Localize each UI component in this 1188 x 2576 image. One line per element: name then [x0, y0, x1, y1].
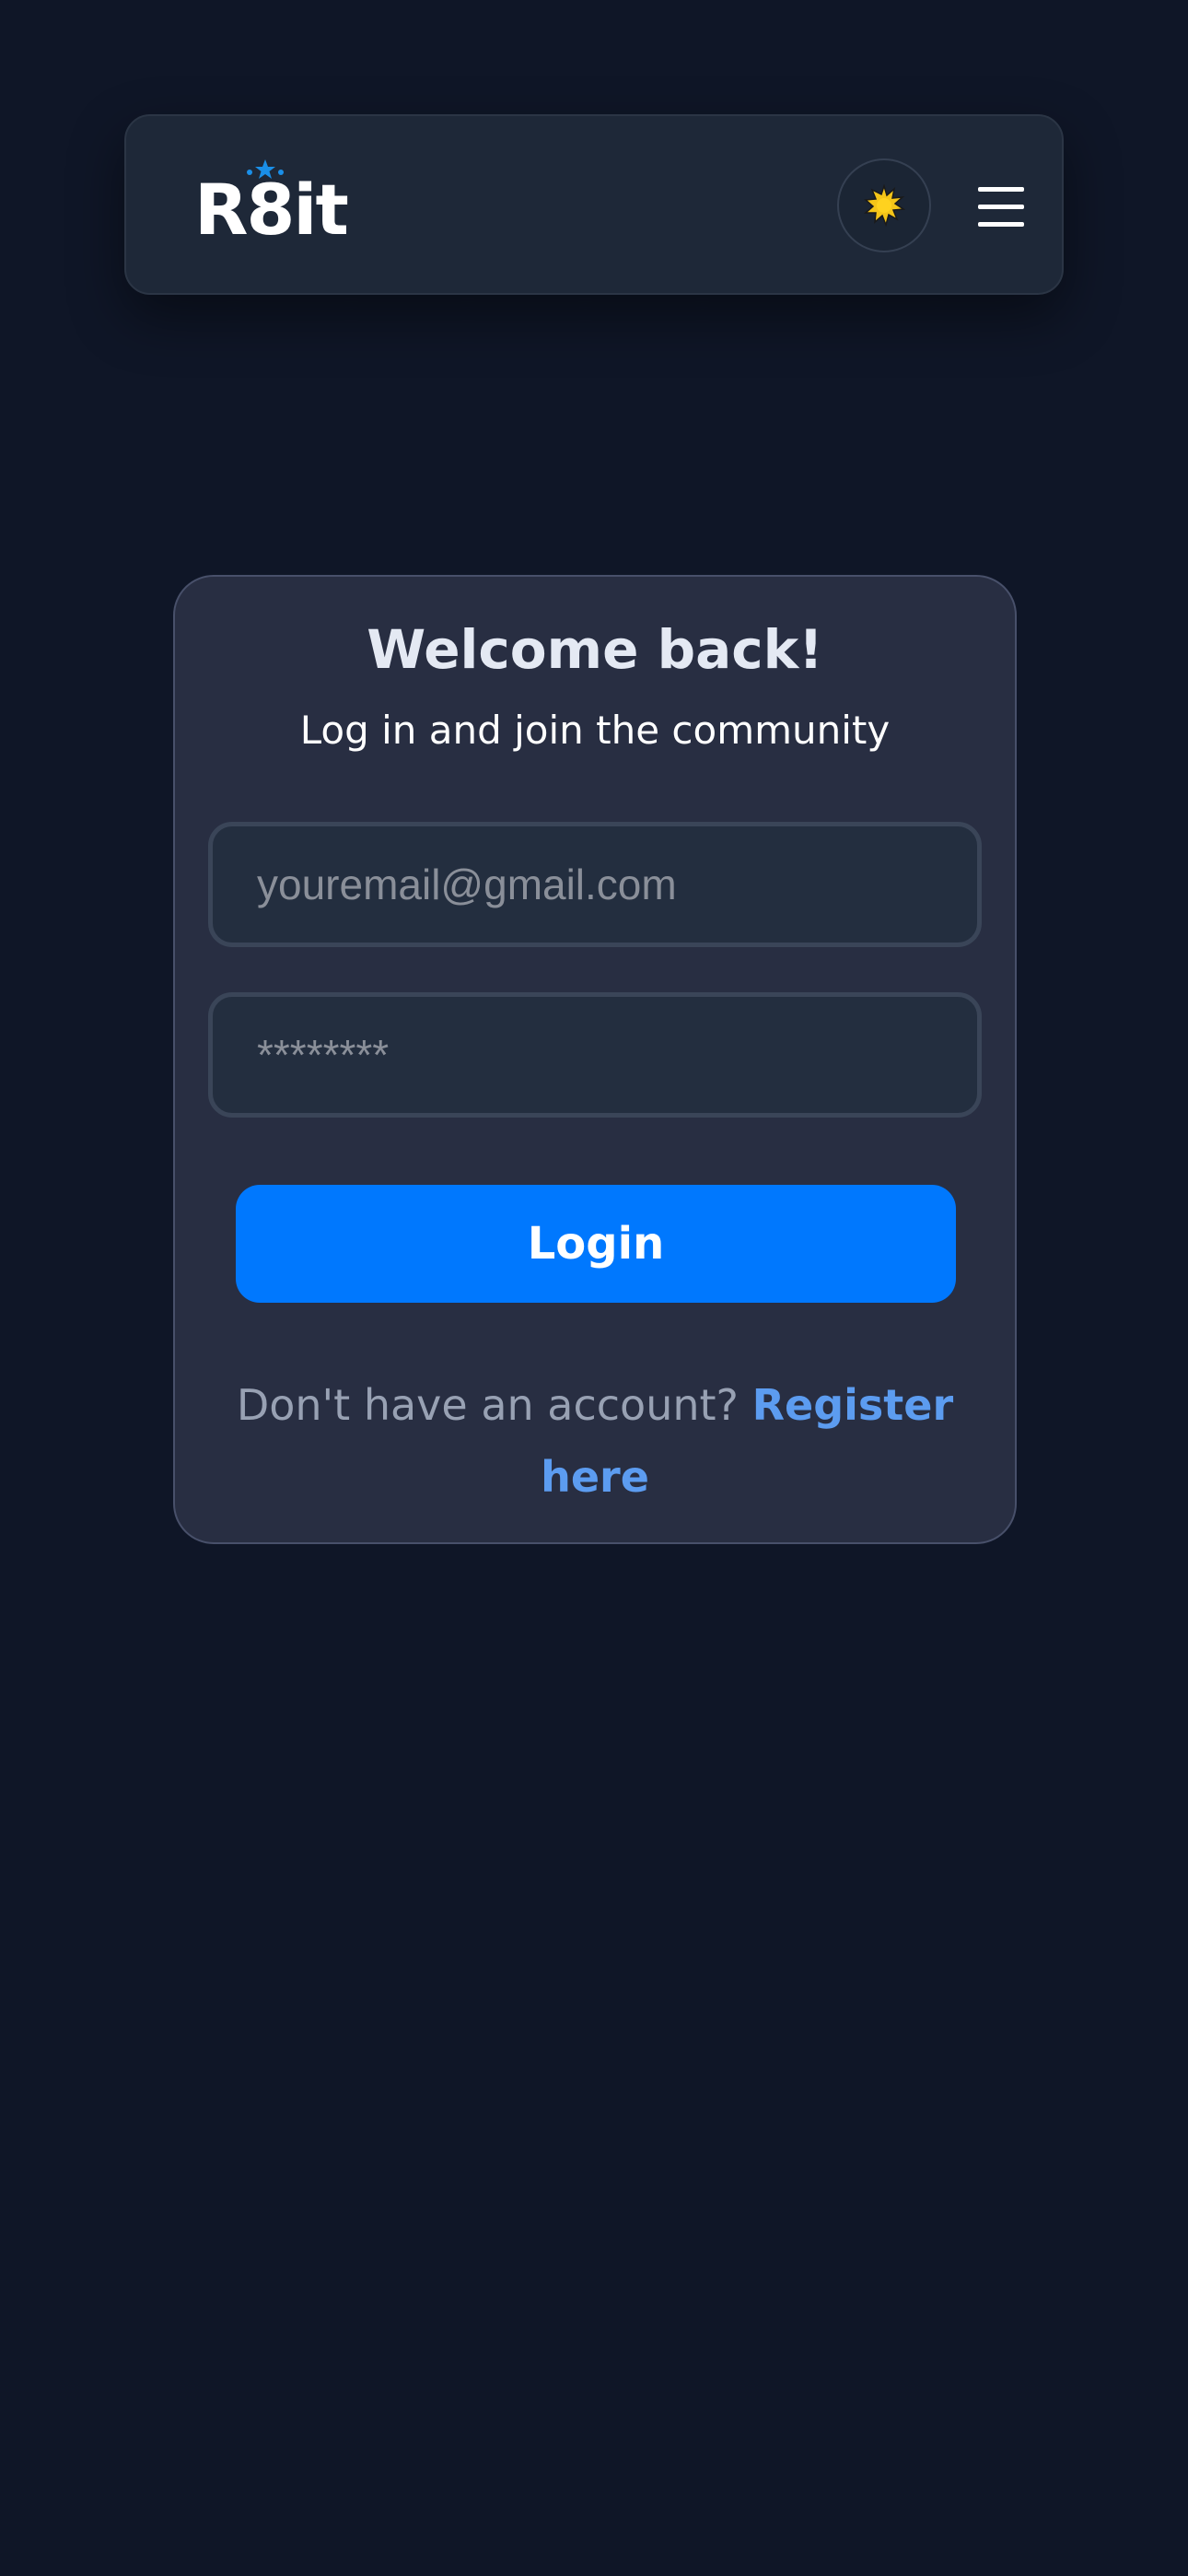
login-page: R8it Welcome back! Log in and join the c… [0, 0, 1188, 2576]
logo-stars-icon [247, 159, 284, 179]
email-input[interactable] [208, 822, 982, 947]
welcome-subtitle: Log in and join the community [299, 708, 891, 753]
menu-bar-line [978, 186, 1024, 192]
hamburger-menu-button[interactable] [966, 171, 1036, 241]
login-card: Welcome back! Log in and join the commun… [173, 575, 1017, 1544]
theme-toggle-button[interactable] [837, 158, 931, 252]
r8it-logo[interactable]: R8it [194, 159, 349, 249]
sun-icon [864, 184, 905, 227]
login-button[interactable]: Login [236, 1185, 956, 1303]
register-prompt: Don't have an account? Register here [230, 1369, 960, 1513]
menu-bar-line [978, 221, 1024, 227]
welcome-title: Welcome back! [367, 618, 823, 681]
password-input[interactable] [208, 992, 982, 1118]
register-prompt-text: Don't have an account? [236, 1380, 752, 1430]
menu-bar-line [978, 204, 1024, 209]
logo-text: R8it [194, 169, 349, 251]
top-nav-bar: R8it [124, 114, 1064, 295]
